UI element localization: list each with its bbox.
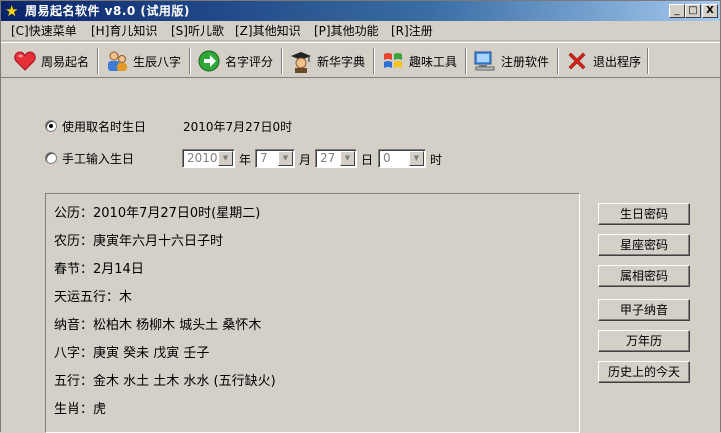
radio-indicator — [45, 120, 57, 132]
toolbar-exit-button[interactable]: 退出程序 — [565, 46, 641, 76]
constellation-secret-button[interactable]: 星座密码 — [598, 234, 690, 256]
info-solar-date: 公历：2010年7月27日0时(星期二) — [54, 206, 261, 221]
hour-select[interactable]: 0 ▼ — [378, 149, 426, 168]
app-star-icon: ★ — [5, 2, 19, 20]
day-select[interactable]: 27 ▼ — [315, 149, 357, 168]
toolbar-bazi-button[interactable]: 生辰八字 — [105, 46, 181, 76]
radio-label: 使用取名时生日 — [62, 119, 147, 134]
toolbar-separator — [557, 48, 559, 74]
minimize-button[interactable]: _ — [669, 4, 685, 18]
close-x-icon — [565, 49, 589, 73]
day-label: 日 — [361, 153, 374, 167]
radio-indicator — [45, 152, 57, 164]
today-in-history-button[interactable]: 历史上的今天 — [598, 361, 690, 383]
toolbar-label: 周易起名 — [41, 54, 90, 69]
menu-register[interactable]: [R]注册 — [391, 24, 433, 38]
birthday-secret-button[interactable]: 生日密码 — [598, 203, 690, 225]
toolbar-dictionary-button[interactable]: 新华字典 — [289, 46, 365, 76]
birth-info-panel: 公历：2010年7月27日0时(星期二) 农历：庚寅年六月十六日子时 春节：2月… — [45, 193, 580, 433]
toolbar-name-score-button[interactable]: 名字评分 — [197, 46, 273, 76]
toolbar-separator — [647, 48, 649, 74]
day-value: 27 — [320, 151, 336, 165]
year-value: 2010 — [187, 151, 218, 165]
radio-use-naming-date[interactable]: 使用取名时生日 — [45, 117, 146, 135]
toolbar-fun-tools-button[interactable]: 趣味工具 — [381, 46, 457, 76]
chevron-down-icon[interactable]: ▼ — [409, 151, 424, 166]
close-button[interactable]: X — [702, 4, 718, 18]
toolbar-label: 生辰八字 — [133, 54, 182, 69]
month-label: 月 — [299, 153, 312, 167]
radio-manual-birthdate[interactable]: 手工输入生日 — [45, 149, 134, 167]
toolbar-separator — [97, 48, 99, 74]
toolbar-label: 趣味工具 — [409, 54, 458, 69]
maximize-button[interactable]: □ — [685, 4, 701, 18]
menu-quick[interactable]: [C]快速菜单 — [11, 24, 77, 38]
info-five-elements: 五行：金木 水土 土木 水水 (五行缺火) — [54, 374, 276, 389]
toolbar-label: 注册软件 — [501, 54, 550, 69]
radio-label: 手工输入生日 — [62, 151, 135, 166]
toolbar: 周易起名 生辰八字 名字评分 新华字典 趣味工具 注册软件 退出程序 — [1, 42, 720, 78]
window-title: 周易起名软件 v8.0 (试用版) — [25, 4, 190, 18]
toolbar-separator — [465, 48, 467, 74]
menu-bar: [C]快速菜单 [H]育儿知识 [S]听儿歌 [Z]其他知识 [P]其他功能 [… — [1, 21, 720, 41]
chevron-down-icon[interactable]: ▼ — [278, 151, 293, 166]
year-select[interactable]: 2010 ▼ — [182, 149, 235, 168]
title-bar[interactable]: ★ 周易起名软件 v8.0 (试用版) _ □ X — [1, 1, 720, 21]
toolbar-label: 新华字典 — [317, 54, 366, 69]
toolbar-name-baby-button[interactable]: 周易起名 — [13, 46, 89, 76]
toolbar-label: 退出程序 — [593, 54, 642, 69]
info-nayin: 纳音：松柏木 杨柳木 城头土 桑怀木 — [54, 318, 262, 333]
zodiac-secret-button[interactable]: 属相密码 — [598, 265, 690, 287]
people-icon — [105, 49, 129, 73]
hour-value: 0 — [383, 151, 391, 165]
info-lunar-date: 农历：庚寅年六月十六日子时 — [54, 234, 224, 249]
computer-icon — [473, 49, 497, 73]
menu-parenting[interactable]: [H]育儿知识 — [91, 24, 157, 38]
app-window: ★ 周易起名软件 v8.0 (试用版) _ □ X [C]快速菜单 [H]育儿知… — [0, 0, 721, 433]
menu-songs[interactable]: [S]听儿歌 — [171, 24, 224, 38]
current-birth-date: 2010年7月27日0时 — [183, 120, 293, 134]
toolbar-separator — [373, 48, 375, 74]
windows-logo-icon — [381, 49, 405, 73]
heart-icon — [13, 49, 37, 73]
hour-label: 时 — [430, 153, 443, 167]
month-value: 7 — [260, 151, 268, 165]
month-select[interactable]: 7 ▼ — [255, 149, 295, 168]
toolbar-separator — [189, 48, 191, 74]
info-spring-festival: 春节：2月14日 — [54, 262, 144, 277]
toolbar-register-button[interactable]: 注册软件 — [473, 46, 549, 76]
chevron-down-icon[interactable]: ▼ — [340, 151, 355, 166]
jiazi-nayin-button[interactable]: 甲子纳音 — [598, 299, 690, 321]
info-zodiac: 生肖：虎 — [54, 402, 107, 417]
menu-functions[interactable]: [P]其他功能 — [314, 24, 379, 38]
info-heaven-element: 天运五行：木 — [54, 290, 133, 305]
toolbar-separator — [281, 48, 283, 74]
chevron-down-icon[interactable]: ▼ — [218, 151, 233, 166]
year-label: 年 — [239, 153, 252, 167]
menu-knowledge[interactable]: [Z]其他知识 — [235, 24, 301, 38]
arrow-right-circle-icon — [197, 49, 221, 73]
toolbar-label: 名字评分 — [225, 54, 274, 69]
info-bazi: 八字：庚寅 癸未 戊寅 壬子 — [54, 346, 210, 361]
scholar-icon — [289, 49, 313, 73]
perpetual-calendar-button[interactable]: 万年历 — [598, 330, 690, 352]
main-content: 使用取名时生日 2010年7月27日0时 手工输入生日 2010 ▼ 年 7 ▼… — [1, 79, 720, 433]
